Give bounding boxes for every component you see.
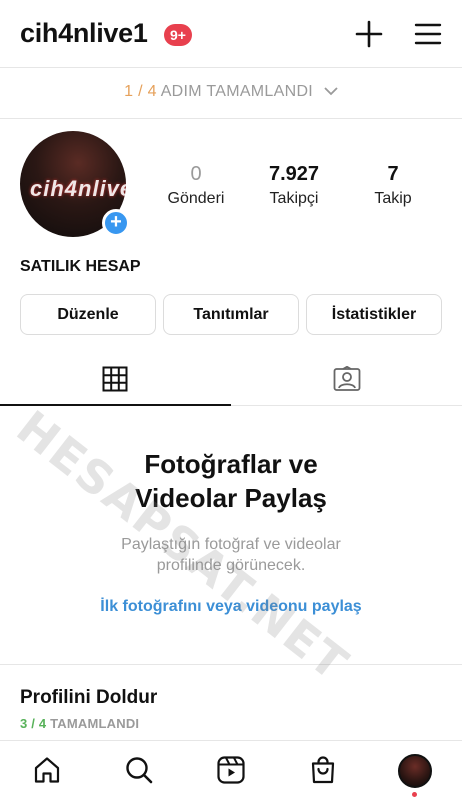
tagged-person-icon: [333, 366, 361, 391]
stat-posts[interactable]: 0 Gönderi: [151, 163, 241, 208]
tab-tagged[interactable]: [231, 354, 462, 406]
avatar-logo-text: cih4nlive: [30, 176, 126, 201]
complete-profile-label: TAMAMLANDI: [50, 716, 140, 731]
insights-button[interactable]: İstatistikler: [306, 294, 442, 335]
display-name: SATILIK HESAP: [20, 258, 141, 275]
profile-tabs: [0, 354, 462, 406]
complete-profile-progress: 3 / 4 TAMAMLANDI: [20, 716, 139, 731]
stat-following-label: Takip: [374, 190, 412, 207]
plus-icon[interactable]: [355, 20, 383, 48]
complete-profile-title[interactable]: Profilini Doldur: [20, 687, 157, 709]
stat-posts-label: Gönderi: [167, 190, 225, 207]
edit-profile-button[interactable]: Düzenle: [20, 294, 156, 335]
stat-followers[interactable]: 7.927 Takipçi: [249, 163, 339, 208]
empty-state-title: Fotoğraflar ve Videolar Paylaş: [0, 447, 462, 515]
steps-progress-banner[interactable]: 1 / 4 ADIM TAMAMLANDI: [0, 69, 462, 119]
empty-state-title-line1: Fotoğraflar ve: [144, 449, 318, 479]
home-icon[interactable]: [32, 755, 62, 785]
stat-following[interactable]: 7 Takip: [348, 163, 438, 208]
steps-progress-label: ADIM TAMAMLANDI: [160, 83, 314, 101]
reels-icon[interactable]: [216, 755, 246, 785]
tab-grid[interactable]: [0, 354, 231, 406]
username-title[interactable]: cih4nlive1: [20, 18, 148, 49]
activity-dot: [412, 792, 417, 797]
share-first-post-link[interactable]: İlk fotoğrafını veya videonu paylaş: [0, 598, 462, 616]
empty-state-subtitle: Paylaştığın fotoğraf ve videolar profili…: [0, 534, 462, 576]
steps-progress-count: 1 / 4: [124, 83, 157, 101]
shop-icon[interactable]: [308, 755, 338, 785]
empty-state-subtitle-line2: profilinde görünecek.: [156, 557, 306, 574]
stat-followers-value: 7.927: [268, 163, 320, 185]
empty-state-subtitle-line1: Paylaştığın fotoğraf ve videolar: [121, 536, 341, 553]
chevron-down-icon: [324, 69, 338, 115]
promotions-button[interactable]: Tanıtımlar: [163, 294, 299, 335]
section-divider: [0, 664, 462, 665]
stat-posts-value: 0: [190, 163, 202, 185]
profile-avatar-nav[interactable]: [398, 754, 432, 788]
stat-following-value: 7: [387, 163, 399, 185]
grid-icon: [102, 366, 128, 392]
search-icon[interactable]: [124, 755, 154, 785]
bottom-navigation: [0, 740, 462, 800]
stat-followers-label: Takipçi: [269, 190, 319, 207]
empty-state-title-line2: Videolar Paylaş: [135, 483, 327, 513]
profile-avatar-wrap[interactable]: cih4nlive +: [20, 131, 130, 237]
add-story-plus-icon[interactable]: +: [102, 209, 130, 237]
top-header: cih4nlive1 9+: [0, 0, 462, 68]
notification-badge[interactable]: 9+: [164, 24, 192, 46]
complete-profile-count: 3 / 4: [20, 716, 47, 731]
hamburger-menu-icon[interactable]: [414, 20, 442, 48]
